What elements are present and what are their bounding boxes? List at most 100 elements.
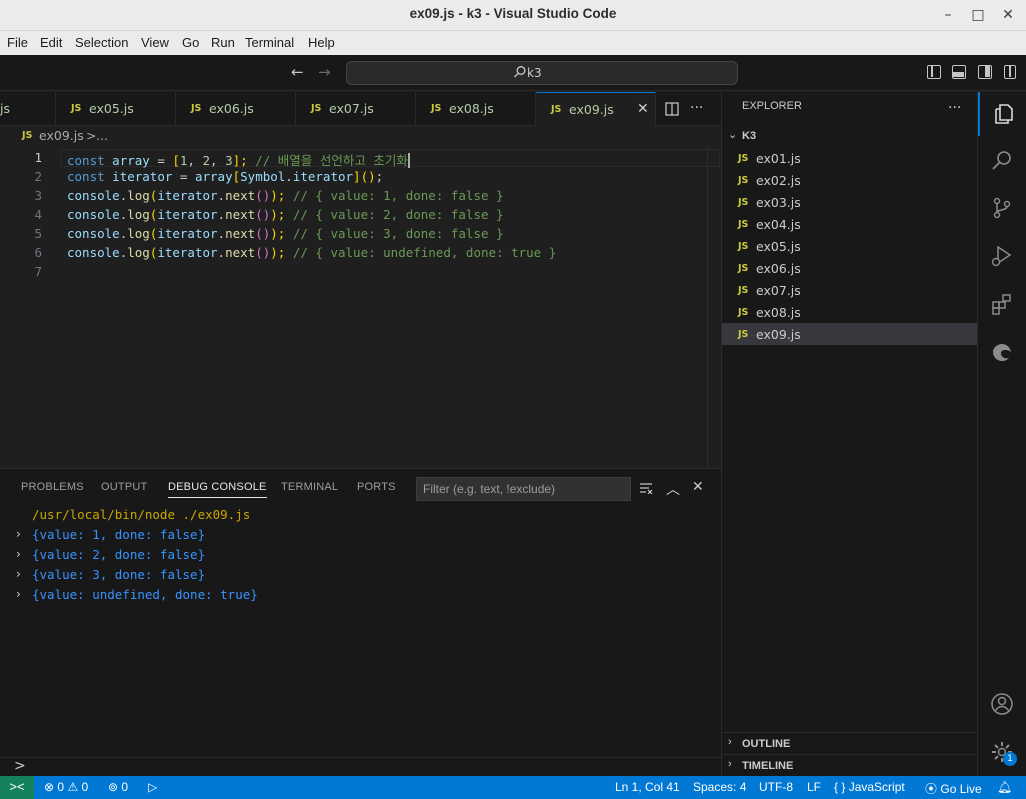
js-file-icon: JS: [551, 104, 562, 115]
command-center-row: ← → k3: [0, 55, 1026, 91]
tab-label: js: [0, 101, 10, 116]
account-icon[interactable]: [978, 682, 1026, 726]
code-line: const iterator = array[Symbol.iterator](…: [67, 169, 384, 184]
explorer-title: EXPLORER: [742, 100, 802, 112]
menu-view[interactable]: View: [141, 35, 169, 50]
explorer-more-icon[interactable]: ...: [948, 96, 961, 112]
go-live-button[interactable]: ⦿ Go Live: [925, 780, 982, 797]
search-icon[interactable]: [978, 138, 1026, 182]
menu-selection[interactable]: Selection: [75, 35, 128, 50]
run-debug-icon[interactable]: [978, 234, 1026, 278]
maximize-panel-icon[interactable]: ︿: [666, 479, 680, 499]
explorer-icon[interactable]: [978, 92, 1026, 136]
console-output-line[interactable]: {value: 2, done: false}: [32, 547, 205, 562]
file-ex06[interactable]: JS ex06.js: [722, 257, 978, 279]
console-output-line[interactable]: {value: undefined, done: true}: [32, 587, 258, 602]
file-ex04[interactable]: JS ex04.js: [722, 213, 978, 235]
cursor-position[interactable]: Ln 1, Col 41: [615, 780, 680, 794]
tab-output[interactable]: OUTPUT: [101, 481, 147, 493]
file-ex08[interactable]: JS ex08.js: [722, 301, 978, 323]
js-file-icon: JS: [738, 307, 749, 318]
notifications-bell-icon[interactable]: 🔔︎: [997, 780, 1012, 794]
menu-terminal[interactable]: Terminal: [245, 35, 294, 50]
title-bar: ex09.js - k3 - Visual Studio Code – □ ✕: [0, 0, 1026, 31]
breadcrumb-file[interactable]: ex09.js: [39, 128, 84, 143]
problems-indicator[interactable]: ⊗ 0 ⚠ 0: [44, 780, 88, 794]
menu-edit[interactable]: Edit: [40, 35, 62, 50]
customize-layout-icon[interactable]: [1004, 65, 1016, 79]
encoding[interactable]: UTF-8: [759, 780, 793, 794]
tab-ex09[interactable]: JS ex09.js ✕: [536, 92, 656, 126]
expand-chevron-icon[interactable]: ›: [16, 527, 21, 541]
remote-indicator[interactable]: ><: [0, 776, 34, 799]
tab-ports[interactable]: PORTS: [357, 481, 396, 493]
line-number: 1: [34, 150, 42, 165]
tab-terminal[interactable]: TERMINAL: [281, 481, 338, 493]
source-control-icon[interactable]: [978, 186, 1026, 230]
file-ex01[interactable]: JS ex01.js: [722, 147, 978, 169]
menu-help[interactable]: Help: [308, 35, 335, 50]
file-ex09[interactable]: JS ex09.js: [722, 323, 978, 345]
menu-go[interactable]: Go: [182, 35, 199, 50]
folder-k3[interactable]: ⌄ K3: [722, 126, 978, 146]
debug-target-icon[interactable]: ▷: [148, 780, 157, 794]
outline-section[interactable]: › OUTLINE: [722, 732, 978, 754]
tab-ex07[interactable]: JS ex07.js: [296, 92, 416, 126]
tab-label: ex07.js: [329, 101, 374, 116]
split-editor-icon[interactable]: [665, 102, 679, 116]
close-tab-icon[interactable]: ✕: [637, 101, 649, 117]
console-output-line[interactable]: {value: 1, done: false}: [32, 527, 205, 542]
language-mode[interactable]: { } JavaScript: [834, 780, 905, 794]
file-ex05[interactable]: JS ex05.js: [722, 235, 978, 257]
minimize-button[interactable]: –: [936, 4, 960, 26]
tab-partial[interactable]: js: [0, 92, 56, 126]
tab-label: ex09.js: [569, 102, 614, 117]
tab-ex06[interactable]: JS ex06.js: [176, 92, 296, 126]
tab-ex05[interactable]: JS ex05.js: [56, 92, 176, 126]
edge-icon[interactable]: [978, 330, 1026, 374]
clear-console-icon[interactable]: [639, 482, 653, 494]
editor-scrollbar[interactable]: [707, 146, 721, 468]
extensions-icon[interactable]: [978, 282, 1026, 326]
tab-problems[interactable]: PROBLEMS: [21, 481, 84, 493]
file-label: ex06.js: [756, 261, 801, 276]
line-number: 3: [34, 188, 42, 203]
console-filter-input[interactable]: Filter (e.g. text, !exclude): [416, 477, 631, 501]
file-label: ex08.js: [756, 305, 801, 320]
back-arrow-icon[interactable]: ←: [291, 63, 304, 81]
menu-run[interactable]: Run: [211, 35, 235, 50]
expand-chevron-icon[interactable]: ›: [16, 587, 21, 601]
chevron-down-icon: ⌄: [728, 129, 738, 141]
timeline-section[interactable]: › TIMELINE: [722, 754, 978, 776]
code-line: console.log(iterator.next()); // { value…: [67, 207, 504, 222]
manage-gear-icon[interactable]: 1: [978, 730, 1026, 774]
end-of-line[interactable]: LF: [807, 780, 821, 794]
file-ex02[interactable]: JS ex02.js: [722, 169, 978, 191]
toggle-panel-icon[interactable]: [952, 65, 966, 79]
code-line: console.log(iterator.next()); // { value…: [67, 245, 557, 260]
indentation[interactable]: Spaces: 4: [693, 780, 746, 794]
forward-arrow-icon[interactable]: →: [318, 63, 331, 81]
js-file-icon: JS: [738, 263, 749, 274]
tab-debug-console[interactable]: DEBUG CONSOLE: [168, 481, 267, 498]
file-ex03[interactable]: JS ex03.js: [722, 191, 978, 213]
file-ex07[interactable]: JS ex07.js: [722, 279, 978, 301]
toggle-secondary-sidebar-icon[interactable]: [978, 65, 992, 79]
maximize-button[interactable]: □: [966, 4, 990, 26]
toggle-sidebar-icon[interactable]: [927, 65, 941, 79]
expand-chevron-icon[interactable]: ›: [16, 567, 21, 581]
file-label: ex05.js: [756, 239, 801, 254]
breadcrumb-more[interactable]: ...: [96, 128, 108, 143]
console-input[interactable]: >: [0, 757, 721, 777]
command-center-search[interactable]: k3: [346, 61, 738, 85]
menu-file[interactable]: File: [7, 35, 28, 50]
tab-ex08[interactable]: JS ex08.js: [416, 92, 536, 126]
close-panel-icon[interactable]: ✕: [692, 479, 704, 495]
more-actions-icon[interactable]: ···: [690, 100, 703, 116]
close-window-button[interactable]: ✕: [996, 4, 1020, 26]
ports-indicator[interactable]: ⊚ 0: [108, 780, 128, 794]
console-output-line[interactable]: {value: 3, done: false}: [32, 567, 205, 582]
js-file-icon: JS: [738, 175, 749, 186]
expand-chevron-icon[interactable]: ›: [16, 547, 21, 561]
code-editor[interactable]: 1 2 3 4 5 6 7 const array = [1, 2, 3]; /…: [0, 146, 721, 468]
